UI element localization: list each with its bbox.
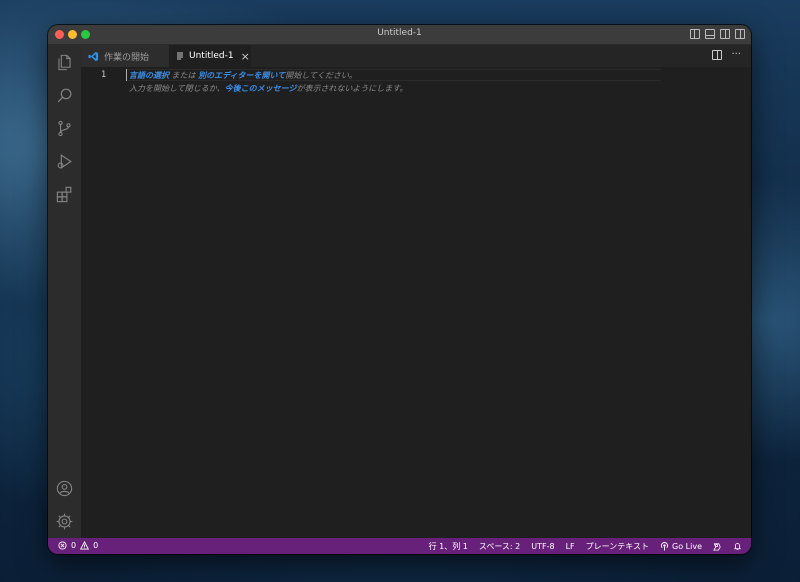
file-text-icon xyxy=(177,52,183,59)
language-mode[interactable]: プレーンテキスト xyxy=(586,541,649,552)
account-icon[interactable] xyxy=(55,479,74,498)
toggle-secondary-sidebar-icon[interactable] xyxy=(720,29,730,39)
customize-layout-icon[interactable] xyxy=(735,29,745,39)
settings-gear-icon[interactable] xyxy=(55,512,74,531)
toggle-panel-icon[interactable] xyxy=(705,29,715,39)
problems-indicator[interactable]: 0 0 xyxy=(58,541,98,550)
end-of-line[interactable]: LF xyxy=(566,542,575,551)
layout-controls xyxy=(690,29,745,39)
feedback-icon[interactable] xyxy=(713,542,722,551)
broadcast-icon xyxy=(660,542,669,551)
error-count: 0 xyxy=(71,541,77,550)
open-other-editor-link[interactable]: 別のエディターを開いて xyxy=(198,71,285,80)
toggle-primary-sidebar-icon[interactable] xyxy=(690,29,700,39)
hint-text: 開始してください。 xyxy=(285,71,357,80)
activity-bar xyxy=(48,45,81,538)
tab-bar: 作業の開始 Untitled-1 × ··· xyxy=(81,45,751,67)
notifications-bell-icon[interactable] xyxy=(733,542,742,551)
editor-actions: ··· xyxy=(712,50,741,60)
warning-icon xyxy=(80,541,90,550)
extensions-icon[interactable] xyxy=(55,185,74,204)
search-icon[interactable] xyxy=(55,86,74,105)
explorer-icon[interactable] xyxy=(55,53,74,72)
tab-label: Untitled-1 xyxy=(189,51,234,61)
more-actions-icon[interactable]: ··· xyxy=(731,50,741,60)
status-bar: 0 0 行 1、列 1 スペース: 2 UTF-8 LF プレーンテキスト Go… xyxy=(48,538,751,554)
error-icon xyxy=(58,541,67,550)
editor-hint-line-2: 入力を開始して閉じるか、今後このメッセージが表示されないようにします。 xyxy=(129,83,408,94)
dont-show-again-link[interactable]: 今後このメッセージ xyxy=(225,84,297,93)
editor-hint-line-1: 言語の選択 または 別のエディターを開いて開始してください。 xyxy=(129,70,357,81)
vscode-window: Untitled-1 作業の開始 Untitled-1 × ··· 1 言語の選… xyxy=(48,25,751,554)
tab-untitled[interactable]: Untitled-1 × xyxy=(169,45,251,67)
select-language-link[interactable]: 言語の選択 xyxy=(129,71,169,80)
text-cursor xyxy=(126,69,127,81)
hint-text: 入力を開始して閉じるか、 xyxy=(129,84,225,93)
hint-text: または xyxy=(171,71,196,80)
close-tab-icon[interactable]: × xyxy=(241,51,250,62)
tab-welcome[interactable]: 作業の開始 xyxy=(81,45,169,67)
window-title: Untitled-1 xyxy=(377,28,422,38)
line-number: 1 xyxy=(101,70,107,80)
indentation[interactable]: スペース: 2 xyxy=(479,541,520,552)
encoding[interactable]: UTF-8 xyxy=(531,542,554,551)
editor-area[interactable]: 1 言語の選択 または 別のエディターを開いて開始してください。 入力を開始して… xyxy=(81,67,751,538)
go-live-button[interactable]: Go Live xyxy=(660,542,702,551)
warning-count: 0 xyxy=(93,541,99,550)
tab-label: 作業の開始 xyxy=(104,52,150,63)
status-bar-right: 行 1、列 1 スペース: 2 UTF-8 LF プレーンテキスト Go Liv… xyxy=(429,541,742,552)
source-control-icon[interactable] xyxy=(55,119,74,138)
split-editor-icon[interactable] xyxy=(712,50,723,60)
vscode-logo-icon xyxy=(88,51,99,61)
go-live-label: Go Live xyxy=(672,542,702,551)
title-bar: Untitled-1 xyxy=(48,25,751,45)
hint-text: が表示されないようにします。 xyxy=(296,84,408,93)
run-debug-icon[interactable] xyxy=(55,152,74,171)
cursor-position[interactable]: 行 1、列 1 xyxy=(429,541,468,552)
